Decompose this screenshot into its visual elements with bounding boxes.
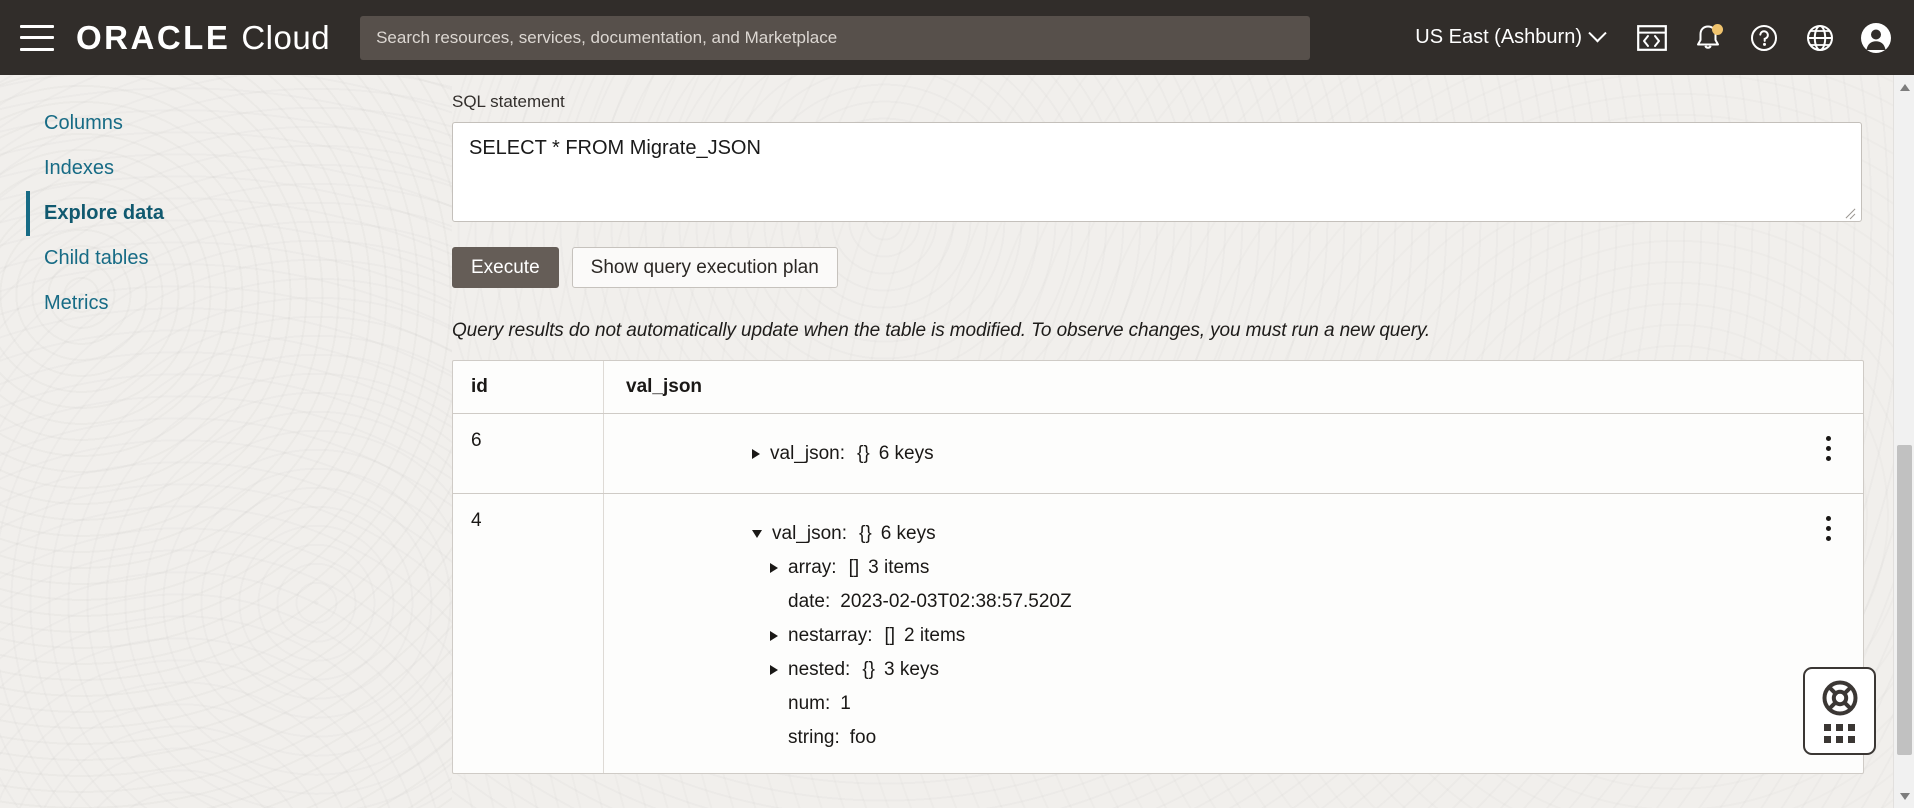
cell-val-json: val_json: {} 6 keys array: [] 3 items da… bbox=[603, 494, 1863, 773]
json-key: num: bbox=[788, 693, 831, 714]
query-results-table: id val_json 6 val_json: {} 6 keys 4 val_… bbox=[452, 360, 1864, 774]
oracle-cloud-logo[interactable]: ORACLE Cloud bbox=[76, 19, 330, 57]
resource-sidebar: Columns Indexes Explore data Child table… bbox=[0, 75, 452, 808]
json-key: nestarray: bbox=[788, 625, 873, 646]
dot-grid-icon bbox=[1824, 724, 1855, 743]
json-tree-node: num: 1 bbox=[604, 687, 1863, 721]
json-tree-node: date: 2023-02-03T02:38:57.520Z bbox=[604, 585, 1863, 619]
expand-triangle-right-icon[interactable] bbox=[770, 563, 778, 573]
json-child-count: 6 keys bbox=[878, 443, 934, 464]
sidebar-item-label: Columns bbox=[44, 112, 123, 134]
expand-triangle-right-icon[interactable] bbox=[752, 449, 760, 459]
json-child-count: 6 keys bbox=[880, 523, 936, 544]
support-help-widget[interactable] bbox=[1803, 667, 1876, 755]
cell-val-json: val_json: {} 6 keys bbox=[603, 414, 1863, 493]
query-actions: Execute Show query execution plan bbox=[452, 247, 1893, 288]
json-child-count: 2 items bbox=[904, 625, 966, 646]
sidebar-item-label: Child tables bbox=[44, 247, 149, 269]
table-row: 6 val_json: {} 6 keys bbox=[453, 414, 1863, 494]
json-type-bracket-icon: [] bbox=[848, 557, 860, 578]
json-type-bracket-icon: [] bbox=[884, 625, 896, 646]
json-child-count: 3 items bbox=[868, 557, 930, 578]
scrollbar-thumb[interactable] bbox=[1897, 445, 1912, 755]
brand-cloud-text: Cloud bbox=[241, 18, 331, 56]
json-type-brace-icon: {} bbox=[859, 523, 872, 544]
cloud-shell-icon[interactable] bbox=[1624, 10, 1680, 66]
sql-statement-input[interactable] bbox=[452, 122, 1862, 222]
vertical-scrollbar[interactable] bbox=[1893, 75, 1914, 808]
region-selector[interactable]: US East (Ashburn) bbox=[1395, 24, 1624, 49]
notification-badge bbox=[1712, 23, 1723, 35]
chevron-down-icon bbox=[1588, 24, 1607, 43]
sidebar-item-label: Explore data bbox=[44, 202, 165, 224]
global-header: ORACLE Cloud US East (Ashburn) bbox=[0, 0, 1914, 75]
lifebuoy-support-icon bbox=[1822, 680, 1857, 716]
table-row: 4 val_json: {} 6 keys array: [] 3 items … bbox=[453, 494, 1863, 773]
table-header-row: id val_json bbox=[453, 361, 1863, 414]
json-tree-node[interactable]: val_json: {} 6 keys bbox=[604, 517, 1863, 551]
sidebar-item-columns[interactable]: Columns bbox=[0, 101, 452, 146]
scroll-up-arrow-icon[interactable] bbox=[1894, 77, 1914, 97]
search-input[interactable] bbox=[360, 15, 1311, 60]
page-body: Columns Indexes Explore data Child table… bbox=[0, 75, 1914, 808]
query-results-notice: Query results do not automatically updat… bbox=[452, 320, 1431, 341]
json-value: 2023-02-03T02:38:57.520Z bbox=[840, 591, 1072, 612]
sidebar-item-label: Metrics bbox=[44, 292, 109, 314]
json-key: date: bbox=[788, 591, 831, 612]
json-value: 1 bbox=[840, 693, 851, 714]
json-key: nested: bbox=[788, 659, 851, 680]
json-value: foo bbox=[849, 727, 877, 748]
explore-data-inner: SQL statement Execute Show query executi… bbox=[452, 75, 1893, 774]
sidebar-item-explore-data[interactable]: Explore data bbox=[0, 191, 452, 236]
execute-button[interactable]: Execute bbox=[452, 247, 559, 288]
scroll-down-arrow-icon[interactable] bbox=[1894, 786, 1914, 806]
user-profile-icon[interactable] bbox=[1848, 10, 1904, 66]
json-key: val_json: bbox=[772, 523, 847, 544]
cell-id: 6 bbox=[471, 430, 482, 451]
sql-statement-label: SQL statement bbox=[452, 92, 565, 111]
sql-editor-wrapper bbox=[452, 122, 1862, 222]
json-tree-node[interactable]: array: [] 3 items bbox=[604, 551, 1863, 585]
json-child-count: 3 keys bbox=[884, 659, 939, 680]
language-globe-icon[interactable] bbox=[1792, 10, 1848, 66]
json-key: array: bbox=[788, 557, 837, 578]
sidebar-nav: Columns Indexes Explore data Child table… bbox=[0, 75, 452, 326]
header-actions: US East (Ashburn) bbox=[1395, 10, 1914, 66]
show-query-execution-plan-button[interactable]: Show query execution plan bbox=[571, 247, 838, 288]
explore-data-panel: SQL statement Execute Show query executi… bbox=[452, 75, 1893, 808]
json-tree-node: string: foo bbox=[604, 721, 1863, 755]
json-key: val_json: bbox=[770, 443, 845, 464]
sidebar-item-label: Indexes bbox=[44, 157, 115, 179]
notifications-bell-icon[interactable] bbox=[1680, 10, 1736, 66]
column-header-id: id bbox=[471, 376, 488, 397]
expand-triangle-right-icon[interactable] bbox=[770, 665, 778, 675]
json-type-brace-icon: {} bbox=[857, 443, 870, 464]
json-tree-node[interactable]: val_json: {} 6 keys bbox=[604, 437, 1863, 471]
json-key: string: bbox=[788, 727, 840, 748]
expand-triangle-right-icon[interactable] bbox=[770, 631, 778, 641]
collapse-triangle-down-icon[interactable] bbox=[752, 530, 762, 538]
row-kebab-menu-icon[interactable] bbox=[1815, 431, 1841, 465]
region-label: US East (Ashburn) bbox=[1415, 26, 1582, 48]
hamburger-menu-icon[interactable] bbox=[20, 24, 54, 51]
cell-id: 4 bbox=[471, 510, 482, 531]
row-kebab-menu-icon[interactable] bbox=[1815, 511, 1841, 545]
json-type-brace-icon: {} bbox=[862, 659, 876, 680]
column-header-val-json: val_json bbox=[603, 361, 1863, 413]
global-search bbox=[360, 15, 1311, 60]
help-question-icon[interactable] bbox=[1736, 10, 1792, 66]
sidebar-item-metrics[interactable]: Metrics bbox=[0, 281, 452, 326]
brand-oracle-text: ORACLE bbox=[76, 18, 231, 56]
json-tree-node[interactable]: nested: {} 3 keys bbox=[604, 653, 1863, 687]
sidebar-item-child-tables[interactable]: Child tables bbox=[0, 236, 452, 281]
json-tree-node[interactable]: nestarray: [] 2 items bbox=[604, 619, 1863, 653]
sidebar-item-indexes[interactable]: Indexes bbox=[0, 146, 452, 191]
